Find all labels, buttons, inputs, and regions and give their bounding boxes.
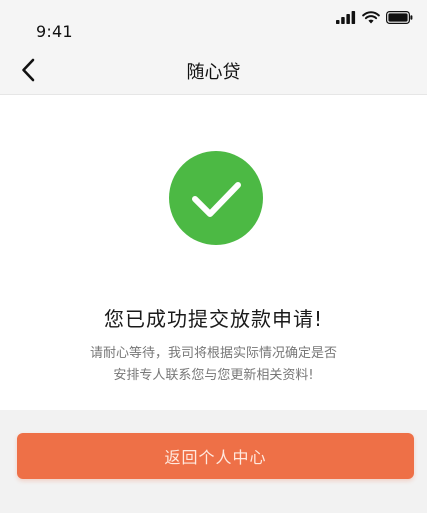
success-description: 请耐心等待，我司将根据实际情况确定是否 安排专人联系您与您更新相关资料! [0, 343, 427, 387]
battery-icon [386, 10, 413, 24]
result-panel: 您已成功提交放款申请! 请耐心等待，我司将根据实际情况确定是否 安排专人联系您与… [0, 95, 427, 410]
wifi-icon [362, 10, 380, 23]
description-line-1: 请耐心等待，我司将根据实际情况确定是否 [89, 346, 337, 361]
page-title: 随心贷 [186, 62, 241, 83]
status-time: 9:41 [36, 22, 73, 41]
success-headline: 您已成功提交放款申请! [103, 307, 324, 331]
return-personal-center-button[interactable]: 返回个人中心 [17, 433, 414, 479]
status-bar: 9:41 [0, 0, 427, 46]
status-icons [336, 9, 413, 25]
description-line-2: 安排专人联系您与您更新相关资料! [113, 368, 314, 383]
check-circle-icon [169, 151, 263, 245]
nav-bar: 随心贷 [0, 46, 427, 95]
signal-icon [336, 10, 356, 24]
